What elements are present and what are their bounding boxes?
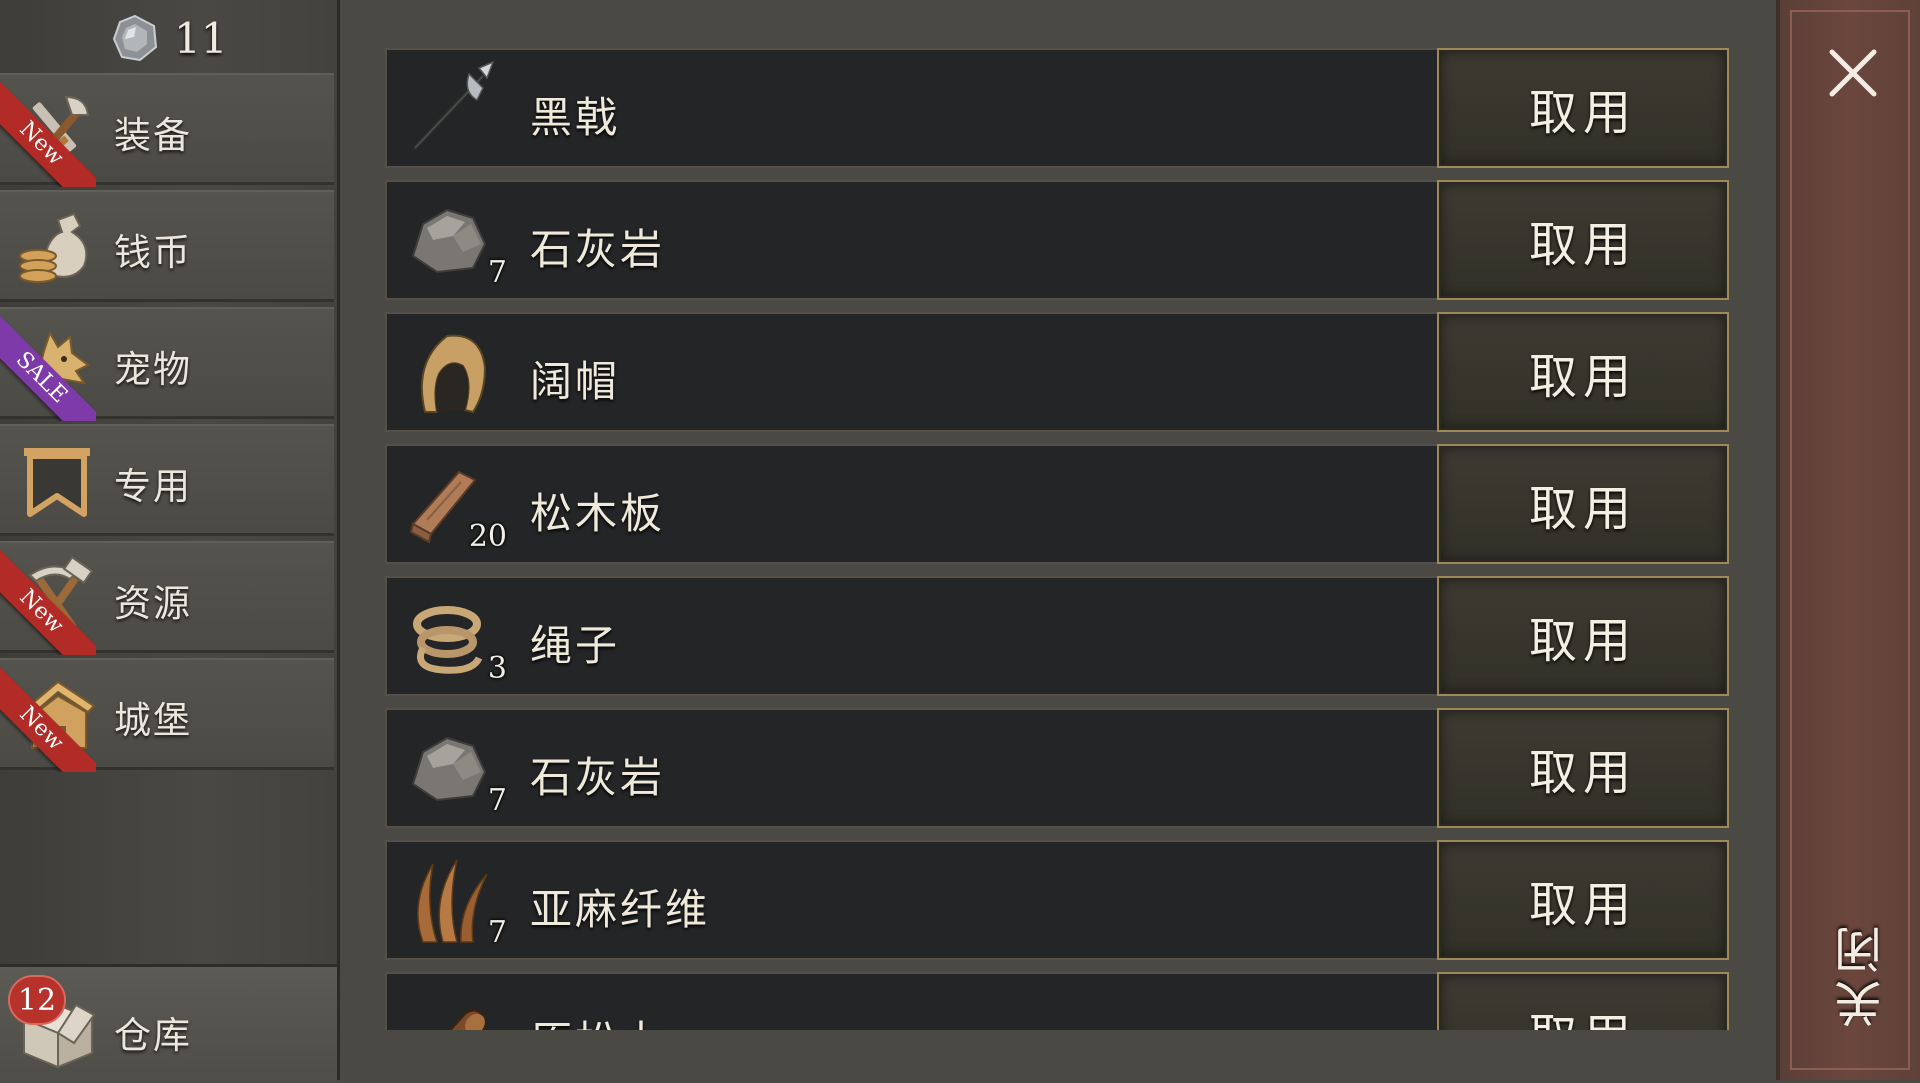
item-quantity: 20	[468, 519, 507, 554]
sidebar-item-label: 城堡	[114, 699, 192, 742]
item-name: 黑戟	[530, 93, 621, 142]
list-item: 原松木 取用	[385, 972, 1729, 1030]
take-button[interactable]: 取用	[1437, 444, 1729, 564]
hood-icon	[420, 334, 487, 414]
sidebar-item-label: 钱币	[114, 231, 192, 274]
list-item: 黑戟 取用	[385, 48, 1729, 168]
storage-count-badge: 12	[8, 975, 66, 1025]
item-icon-wrap	[403, 58, 503, 158]
item-name: 松木板	[530, 489, 666, 538]
item-name: 阔帽	[530, 357, 621, 406]
item-name: 石灰岩	[530, 753, 666, 802]
item-icon-wrap: 20	[403, 454, 507, 554]
sidebar-item-equipment[interactable]: 装备 New	[0, 73, 334, 187]
halberd-icon	[412, 60, 495, 151]
storage-label: 仓库	[114, 1014, 192, 1057]
list-item: 7 亚麻纤维 取用	[385, 840, 1729, 960]
list-item: 7 石灰岩 取用	[385, 708, 1729, 828]
category-sidebar: 11 装备 New 钱币 宠物 SALE 专用 资源 New 城堡 New	[0, 0, 340, 1080]
sidebar-item-label: 资源	[114, 582, 192, 625]
sidebar-item-exclusive[interactable]: 专用	[0, 424, 334, 536]
item-quantity: 7	[487, 255, 507, 290]
sidebar-item-label: 宠物	[114, 348, 192, 391]
sword-axe-icon	[32, 95, 90, 161]
take-button[interactable]: 取用	[1437, 312, 1729, 432]
currency-display: 11	[110, 8, 227, 68]
take-button[interactable]: 取用	[1437, 576, 1729, 696]
sidebar-item-castle[interactable]: 城堡 New	[0, 658, 334, 772]
log-icon	[449, 1009, 487, 1030]
sidebar-item-label: 装备	[114, 114, 192, 157]
list-item: 阔帽 取用	[385, 312, 1729, 432]
sidebar-item-coins[interactable]: 钱币	[0, 190, 334, 302]
sidebar-item-resources[interactable]: 资源 New	[0, 541, 334, 655]
item-icon-wrap: 7	[403, 718, 507, 818]
item-icon-wrap: 7	[403, 850, 507, 950]
item-icon-wrap	[403, 982, 503, 1030]
close-panel[interactable]: 关闭	[1776, 0, 1920, 1080]
item-quantity: 3	[487, 651, 507, 686]
list-item: 20 松木板 取用	[385, 444, 1729, 564]
bookmark-icon	[24, 448, 90, 517]
item-icon-wrap: 3	[403, 586, 507, 686]
item-name: 亚麻纤维	[530, 885, 711, 934]
take-button[interactable]: 取用	[1437, 48, 1729, 168]
item-name: 原松木	[530, 1008, 665, 1030]
list-item: 3 绳子 取用	[385, 576, 1729, 696]
close-button-label[interactable]: 关闭	[1828, 920, 1898, 1028]
sidebar-item-storage[interactable]: 仓库 12	[0, 964, 337, 1083]
take-button[interactable]: 取用	[1437, 840, 1729, 960]
item-quantity: 7	[487, 783, 507, 818]
hammer-pickaxe-icon	[28, 555, 94, 630]
storage-item-list[interactable]: 黑戟 取用 7 石灰岩 取用 阔帽 取用 20 松木板 取用 3 绳子 取用 7…	[385, 48, 1729, 1030]
item-name: 石灰岩	[530, 225, 666, 274]
item-icon-wrap: 7	[403, 190, 507, 290]
close-icon[interactable]	[1826, 46, 1880, 100]
item-quantity: 7	[487, 915, 507, 950]
coin-bag-icon	[19, 212, 88, 283]
sidebar-item-label: 专用	[114, 465, 192, 508]
take-button[interactable]: 取用	[1437, 972, 1729, 1030]
sidebar-item-pets[interactable]: 宠物 SALE	[0, 307, 334, 421]
silver-gem-icon	[112, 14, 158, 62]
house-icon	[20, 680, 96, 749]
take-button[interactable]: 取用	[1437, 180, 1729, 300]
wolf-icon	[32, 330, 90, 397]
list-item: 7 石灰岩 取用	[385, 180, 1729, 300]
take-button[interactable]: 取用	[1437, 708, 1729, 828]
item-name: 绳子	[530, 621, 621, 670]
item-icon-wrap	[403, 322, 503, 422]
currency-count: 11	[174, 13, 228, 63]
